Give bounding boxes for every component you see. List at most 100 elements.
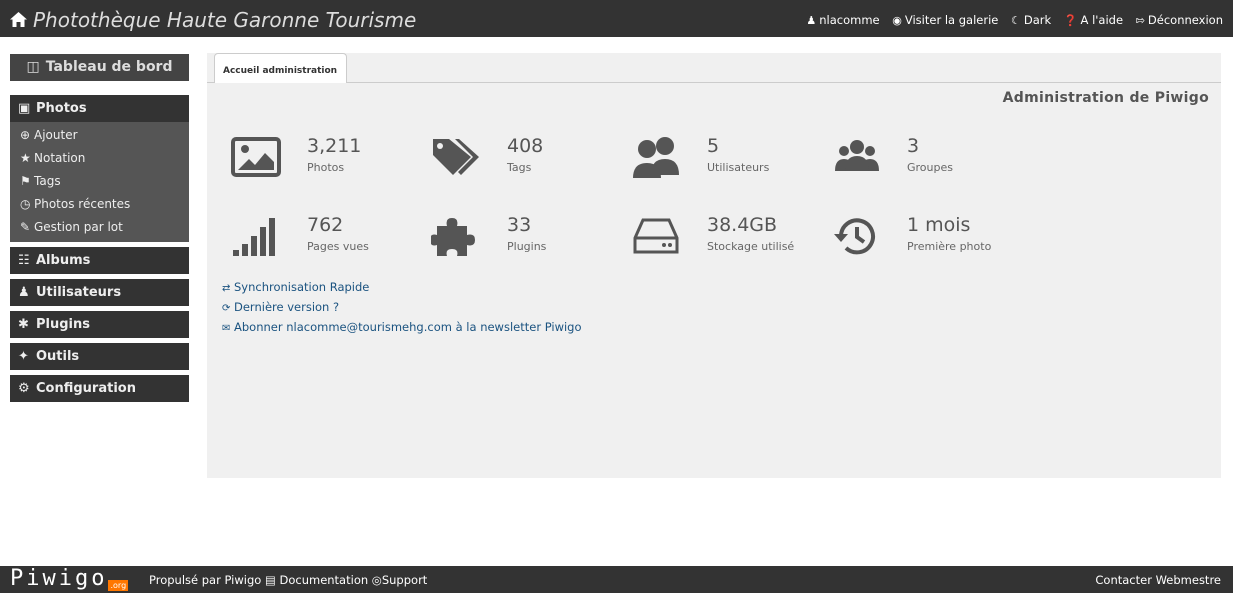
gear-icon: ⚙ — [18, 381, 30, 396]
monitor-icon: ◫ — [26, 59, 40, 75]
site-title[interactable]: Photothèque Haute Garonne Tourisme — [10, 8, 416, 32]
stat-photos-label: Photos — [307, 161, 345, 174]
stat-groups-label: Groupes — [907, 161, 953, 174]
sidebar-item-recent-photos[interactable]: ◷ Photos récentes — [10, 193, 189, 216]
sidebar-item-tools[interactable]: ✦ Outils — [10, 343, 189, 370]
sidebar-section-albums: ☷ Albums — [10, 247, 189, 274]
nav-logout[interactable]: ⇰ Déconnexion — [1136, 13, 1223, 27]
top-bar: Photothèque Haute Garonne Tourisme ♟ nlac… — [0, 0, 1233, 37]
stat-first-photo[interactable]: 1 mois Première photo — [831, 214, 1021, 264]
sidebar-item-notation[interactable]: ★ Notation — [10, 147, 189, 170]
puzzle-icon — [430, 214, 487, 264]
stat-plugins[interactable]: 33 Plugins — [430, 214, 621, 264]
sidebar-item-albums[interactable]: ☷ Albums — [10, 247, 189, 274]
nav-help[interactable]: ❓ A l'aide — [1064, 13, 1123, 27]
signal-icon — [231, 214, 287, 264]
stat-storage-label: Stockage utilisé — [707, 240, 795, 253]
help-icon: ❓ — [1063, 14, 1078, 27]
user-icon: ♟ — [806, 14, 817, 27]
footer-links: Propulsé par Piwigo ▤ Documentation ◎Sup… — [149, 573, 427, 587]
powered-by-link[interactable]: Propulsé par Piwigo — [149, 573, 261, 587]
quick-sync-link[interactable]: ⇄ Synchronisation Rapide — [222, 277, 582, 297]
picture-icon — [231, 135, 287, 185]
sidebar-item-plugins[interactable]: ✱ Plugins — [10, 311, 189, 338]
sidebar-item-ajouter[interactable]: ⊕ Ajouter — [10, 124, 189, 147]
sidebar-item-photos[interactable]: ▣ Photos — [10, 95, 189, 122]
newsletter-link[interactable]: ✉ Abonner nlacomme@tourismehg.com à la ne… — [222, 317, 582, 337]
piwigo-logo[interactable]: Piwigo .org — [10, 567, 129, 591]
wrench-icon: ✦ — [18, 349, 29, 364]
tab-divider — [207, 82, 1221, 83]
stat-groups[interactable]: 3 Groupes — [831, 135, 1021, 185]
clock-icon: ◷ — [20, 197, 31, 211]
nav-visit-gallery[interactable]: ◉ Visiter la galerie — [892, 13, 998, 27]
users-icon — [631, 135, 687, 185]
stat-groups-value: 3 — [907, 135, 920, 157]
sidebar-section-photos: ▣ Photos ⊕ Ajouter ★ Notation ⚑ Tags ◷ Photos… — [10, 95, 189, 242]
envelope-icon: ✉ — [222, 323, 231, 334]
image-icon: ▣ — [18, 101, 31, 116]
stat-users-value: 5 — [707, 135, 720, 157]
lifebuoy-icon: ◎ — [371, 573, 382, 587]
stat-first-photo-value: 1 mois — [907, 214, 971, 236]
sidebar-menu: ▣ Photos ⊕ Ajouter ★ Notation ⚑ Tags ◷ Photos… — [10, 95, 189, 402]
sidebar-item-configuration[interactable]: ⚙ Configuration — [10, 375, 189, 402]
refresh-icon: ⟳ — [222, 303, 231, 314]
sidebar-item-users[interactable]: ♟ Utilisateurs — [10, 279, 189, 306]
stat-users[interactable]: 5 Utilisateurs — [631, 135, 821, 185]
stat-page-views[interactable]: 762 Pages vues — [231, 214, 421, 264]
nav-dark-mode[interactable]: ☾ Dark — [1011, 13, 1051, 27]
footer: Piwigo .org Propulsé par Piwigo ▤ Documen… — [0, 566, 1233, 593]
sidebar-section-configuration: ⚙ Configuration — [10, 375, 189, 402]
stat-users-label: Utilisateurs — [707, 161, 770, 174]
tags-icon: ⚑ — [20, 174, 31, 188]
group-icon — [831, 135, 887, 185]
stat-plugins-value: 33 — [507, 214, 532, 236]
stat-photos[interactable]: 3,211 Photos — [231, 135, 421, 185]
sidebar: ◫ Tableau de bord ▣ Photos ⊕ Ajouter ★ Notat… — [10, 54, 189, 407]
photos-submenu: ⊕ Ajouter ★ Notation ⚑ Tags ◷ Photos récente… — [10, 122, 189, 242]
plus-circle-icon: ⊕ — [20, 128, 31, 142]
stat-page-views-label: Pages vues — [307, 240, 369, 253]
stat-storage-value: 38.4GB — [707, 214, 778, 236]
sidebar-section-users: ♟ Utilisateurs — [10, 279, 189, 306]
tab-admin-home[interactable]: Accueil administration — [214, 53, 347, 83]
home-icon — [10, 8, 27, 32]
star-icon: ★ — [20, 151, 31, 165]
tags-icon — [431, 135, 487, 185]
documentation-link[interactable]: ▤ Documentation — [265, 573, 368, 587]
exchange-icon: ⇄ — [222, 283, 231, 294]
stat-tags[interactable]: 408 Tags — [431, 135, 621, 185]
sidebar-item-batch-manager[interactable]: ✎ Gestion par lot — [10, 216, 189, 239]
history-icon — [831, 214, 887, 264]
book-icon: ▤ — [264, 573, 276, 587]
pencil-icon: ✎ — [20, 220, 31, 234]
sidebar-item-tags[interactable]: ⚑ Tags — [10, 170, 189, 193]
site-title-text: Photothèque Haute Garonne Tourisme — [33, 8, 417, 32]
stat-first-photo-label: Première photo — [907, 240, 992, 253]
stat-tags-value: 408 — [507, 135, 544, 157]
stat-tags-label: Tags — [507, 161, 532, 174]
quick-links: ⇄ Synchronisation Rapide ⟳ Dernière versio… — [222, 277, 582, 337]
sidebar-section-plugins: ✱ Plugins — [10, 311, 189, 338]
eye-icon: ◉ — [892, 14, 902, 27]
top-nav: ♟ nlacomme ◉ Visiter la galerie ☾ Dark ❓ A l… — [797, 13, 1223, 27]
logout-icon: ⇰ — [1135, 14, 1145, 27]
stat-page-views-value: 762 — [307, 214, 344, 236]
contact-webmaster-link[interactable]: Contacter Webmestre — [1095, 573, 1221, 587]
main-content: Accueil administration Administration de… — [207, 53, 1221, 478]
stat-storage[interactable]: 38.4GB Stockage utilisé — [631, 214, 821, 264]
users-icon: ♟ — [18, 285, 30, 300]
check-version-link[interactable]: ⟳ Dernière version ? — [222, 297, 582, 317]
stat-plugins-label: Plugins — [507, 240, 547, 253]
support-link[interactable]: ◎Support — [372, 573, 428, 587]
page-title: Administration de Piwigo — [1002, 90, 1209, 106]
sitemap-icon: ☷ — [18, 253, 30, 268]
nav-user[interactable]: ♟ nlacomme — [806, 13, 879, 27]
stat-photos-value: 3,211 — [307, 135, 362, 157]
sidebar-section-tools: ✦ Outils — [10, 343, 189, 370]
puzzle-icon: ✱ — [18, 317, 29, 332]
dashboard-button[interactable]: ◫ Tableau de bord — [10, 54, 189, 81]
hdd-icon — [631, 214, 687, 264]
moon-icon: ☾ — [1011, 14, 1021, 27]
